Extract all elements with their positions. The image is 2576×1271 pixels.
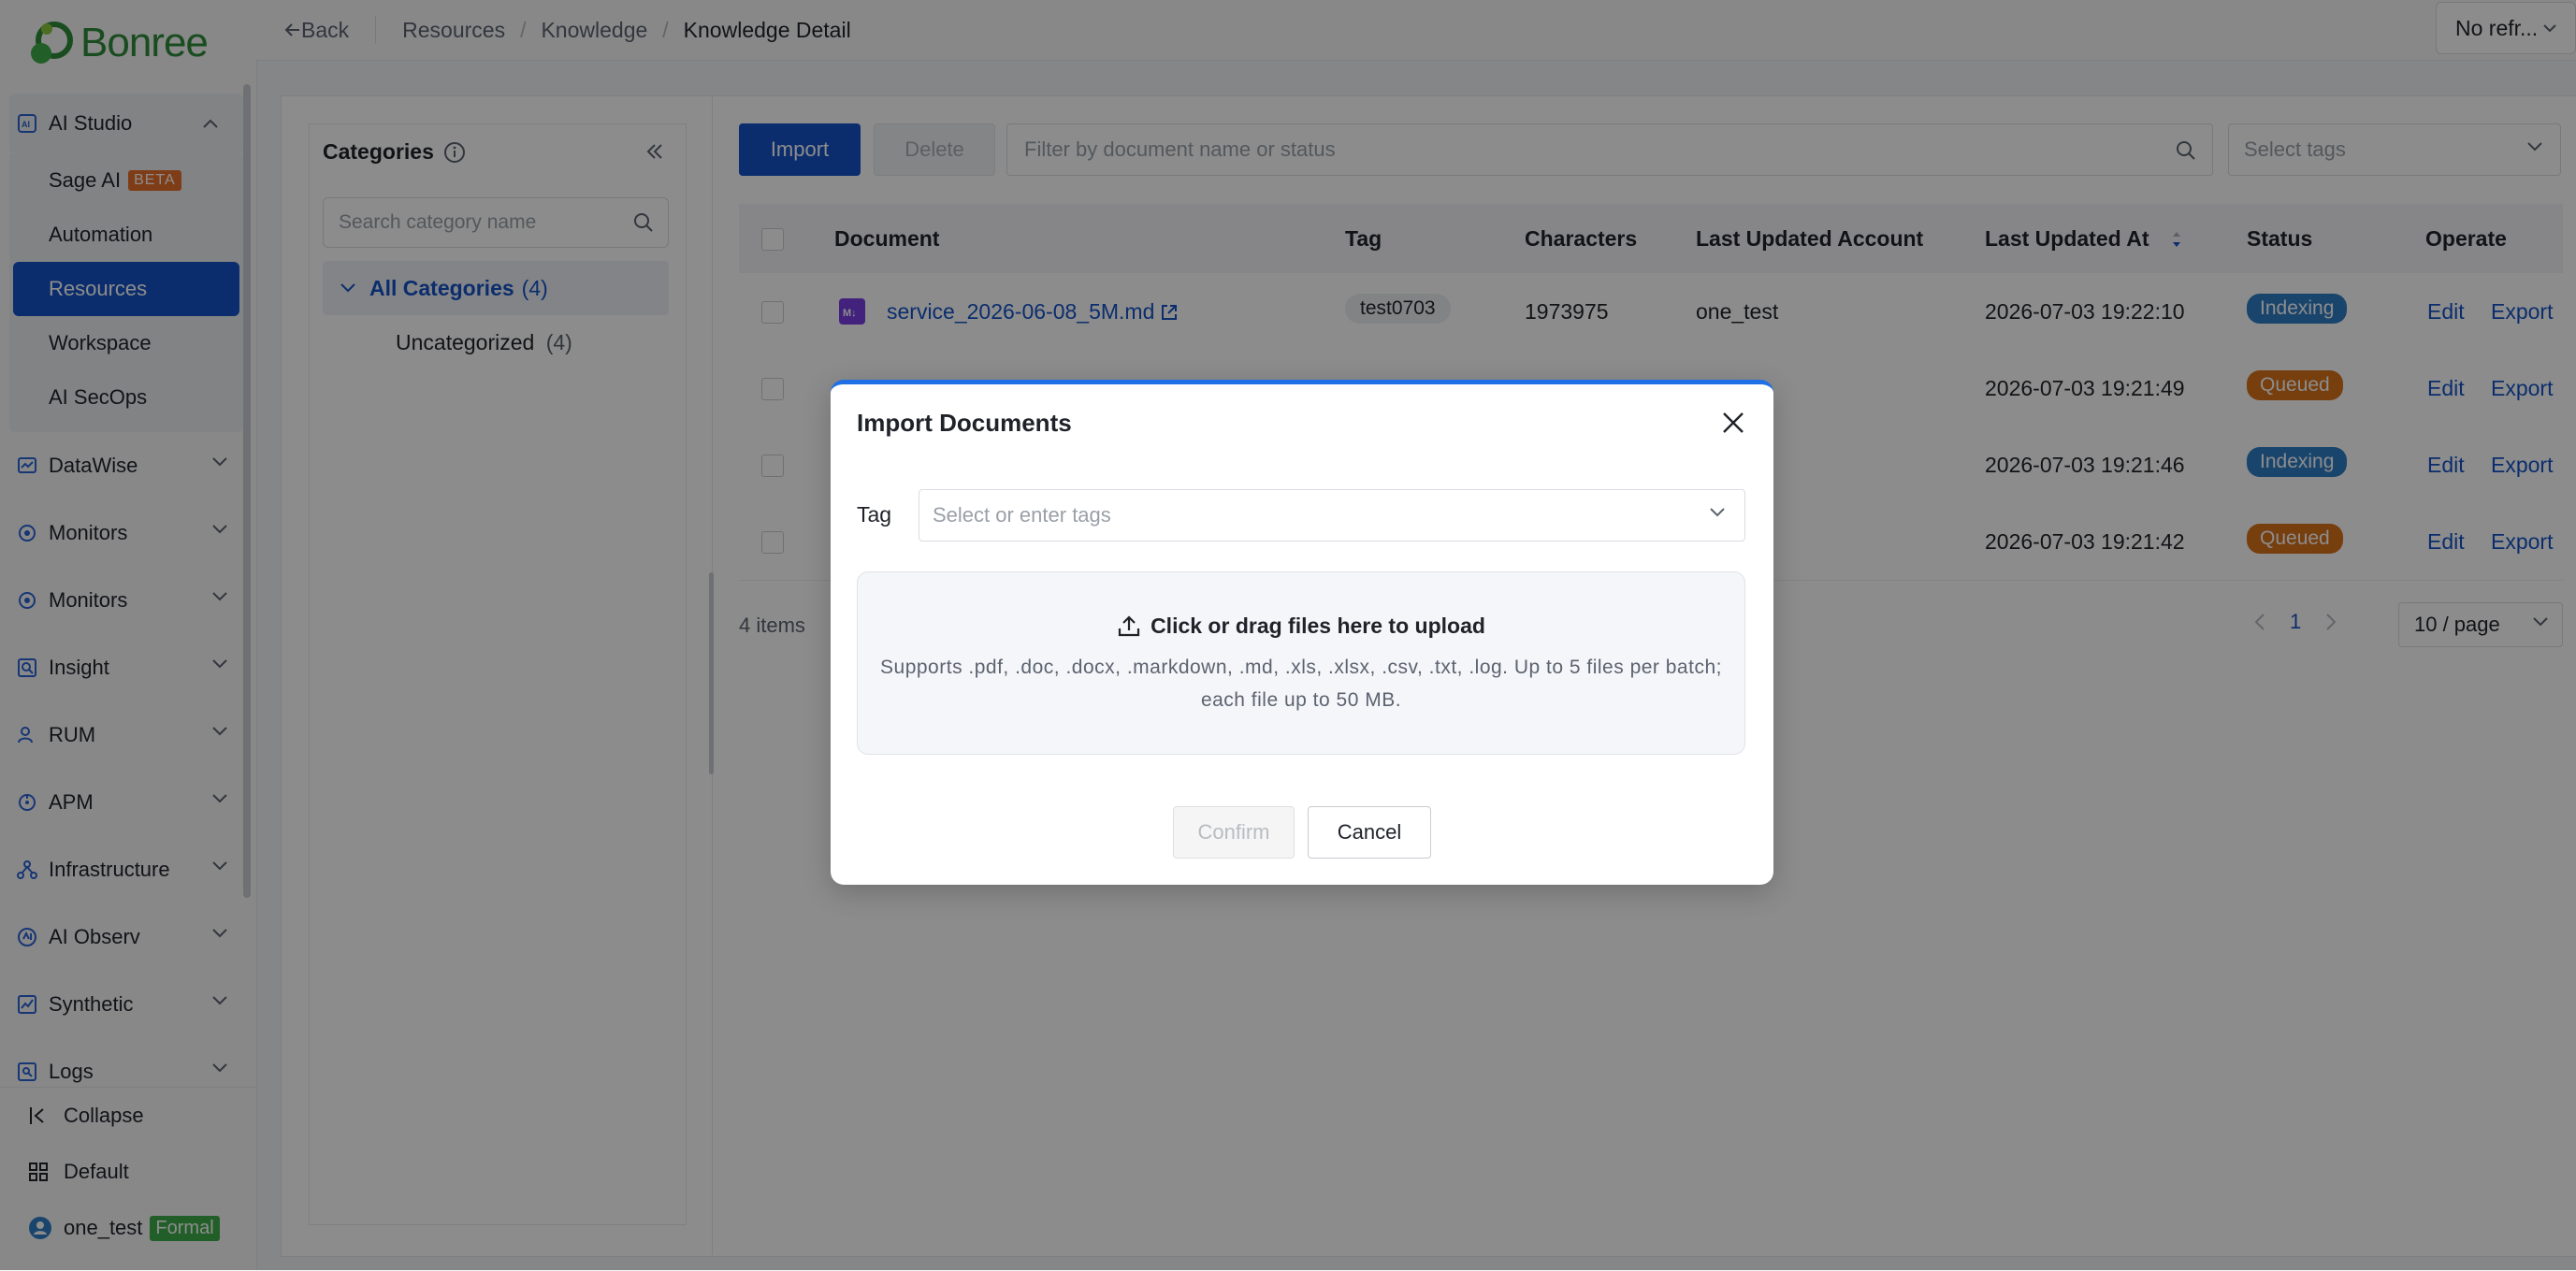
tag-select-input[interactable]: Select or enter tags (919, 489, 1745, 542)
import-documents-dialog: Import Documents Tag Select or enter tag… (831, 380, 1773, 885)
upload-dropzone[interactable]: Click or drag files here to upload Suppo… (857, 571, 1745, 755)
confirm-button[interactable]: Confirm (1173, 806, 1295, 859)
cancel-button[interactable]: Cancel (1308, 806, 1431, 859)
upload-title: Click or drag files here to upload (858, 614, 1744, 639)
dialog-title: Import Documents (857, 409, 1072, 437)
upload-icon (1118, 614, 1140, 636)
upload-title-text: Click or drag files here to upload (1151, 614, 1485, 638)
tag-placeholder: Select or enter tags (933, 503, 1111, 527)
upload-description: Supports .pdf, .doc, .docx, .markdown, .… (880, 657, 1722, 711)
tag-label: Tag (857, 502, 892, 527)
chevron-down-icon (1710, 508, 1725, 517)
close-icon[interactable] (1721, 411, 1745, 435)
